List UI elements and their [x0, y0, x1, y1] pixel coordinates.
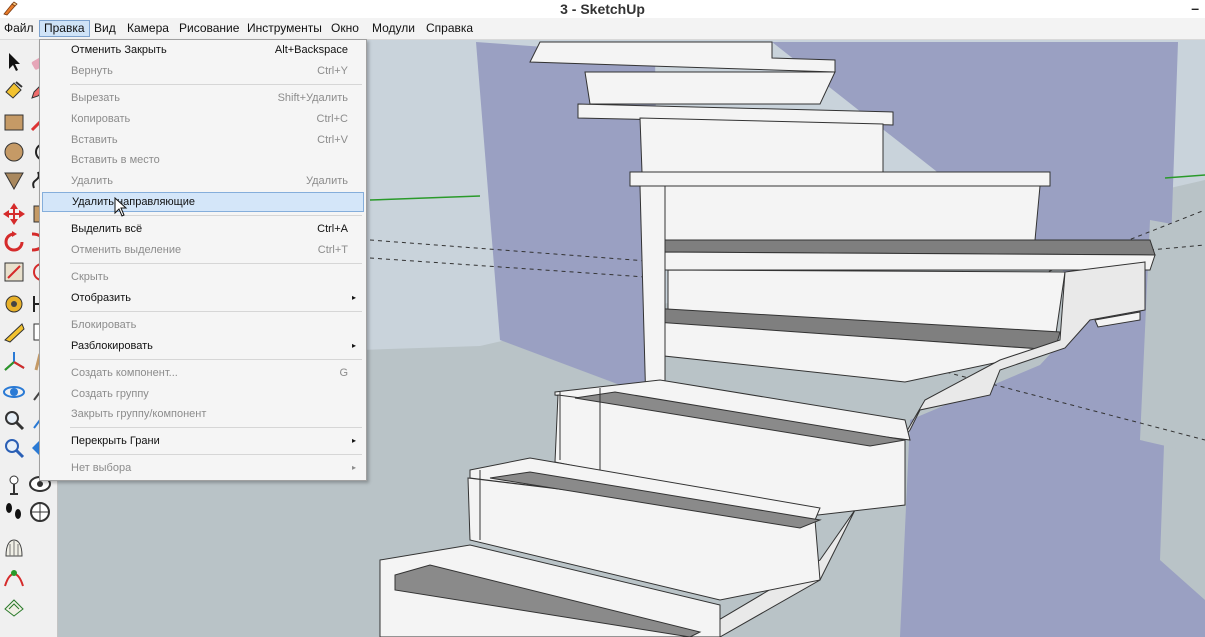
menu-item-close-group[interactable]: Закрыть группу/компонент	[42, 404, 364, 424]
menu-item-unhide[interactable]: Отобразить ▸	[42, 288, 364, 308]
menu-item-undo-close[interactable]: Отменить Закрыть Alt+Backspace	[42, 40, 364, 60]
menu-file[interactable]: Файл	[0, 20, 38, 37]
menu-item-redo[interactable]: Вернуть Ctrl+Y	[42, 61, 364, 81]
move-icon[interactable]	[2, 202, 26, 226]
menu-camera[interactable]: Камера	[123, 20, 173, 37]
menu-separator	[70, 454, 362, 455]
menu-item-cut[interactable]: Вырезать Shift+Удалить	[42, 88, 364, 108]
submenu-arrow-icon: ▸	[351, 293, 356, 302]
menu-item-delete[interactable]: Удалить Удалить	[42, 171, 364, 191]
menu-extensions[interactable]: Модули	[368, 20, 419, 37]
menu-item-no-selection[interactable]: Нет выбора ▸	[42, 458, 364, 478]
menu-bar: Файл Правка Вид Камера Рисование Инструм…	[0, 18, 1205, 40]
rotate-icon[interactable]	[2, 230, 26, 254]
polygon-icon[interactable]	[2, 168, 26, 192]
orbit-icon[interactable]	[2, 380, 26, 404]
edit-menu-dropdown: Отменить Закрыть Alt+Backspace Вернуть Ctr…	[39, 39, 367, 481]
tape-measure-icon[interactable]	[2, 292, 26, 316]
scale-icon[interactable]	[2, 260, 26, 284]
mouse-cursor-icon	[114, 197, 128, 217]
submenu-arrow-icon: ▸	[351, 463, 356, 472]
menu-item-select-all[interactable]: Выделить всё Ctrl+A	[42, 219, 364, 239]
menu-item-make-group[interactable]: Создать группу	[42, 384, 364, 404]
menu-item-make-component[interactable]: Создать компонент... G	[42, 363, 364, 383]
menu-item-unlock[interactable]: Разблокировать ▸	[42, 336, 364, 356]
menu-edit[interactable]: Правка	[39, 20, 90, 37]
zoom-icon[interactable]	[2, 408, 26, 432]
menu-item-lock[interactable]: Блокировать	[42, 315, 364, 335]
paint-bucket-icon[interactable]	[2, 78, 26, 102]
menu-item-delete-guides[interactable]: Удалить направляющие	[42, 192, 364, 212]
minimize-button[interactable]: –	[1191, 0, 1199, 16]
menu-tools[interactable]: Инструменты	[243, 20, 326, 37]
menu-item-copy[interactable]: Копировать Ctrl+C	[42, 109, 364, 129]
menu-separator	[70, 311, 362, 312]
position-camera-icon[interactable]	[2, 472, 26, 496]
section-plane-icon[interactable]	[28, 500, 52, 524]
select-arrow-icon[interactable]	[2, 50, 26, 74]
walk-icon[interactable]	[2, 500, 26, 524]
menu-separator	[70, 263, 362, 264]
menu-separator	[70, 84, 362, 85]
submenu-arrow-icon: ▸	[351, 341, 356, 350]
menu-item-paste-in-place[interactable]: Вставить в место	[42, 150, 364, 170]
menu-item-intersect-faces[interactable]: Перекрыть Грани ▸	[42, 431, 364, 451]
menu-separator	[70, 359, 362, 360]
circle-icon[interactable]	[2, 140, 26, 164]
window-title: 3 - SketchUp	[560, 1, 645, 17]
menu-item-paste[interactable]: Вставить Ctrl+V	[42, 130, 364, 150]
zoom-extents-icon[interactable]	[2, 436, 26, 460]
menu-window[interactable]: Окно	[327, 20, 363, 37]
menu-item-hide[interactable]: Скрыть	[42, 267, 364, 287]
menu-help[interactable]: Справка	[422, 20, 477, 37]
menu-separator	[70, 427, 362, 428]
menu-draw[interactable]: Рисование	[175, 20, 243, 37]
stamp-icon[interactable]	[2, 594, 26, 618]
protractor-icon[interactable]	[2, 320, 26, 344]
rectangle-icon[interactable]	[2, 110, 26, 134]
submenu-arrow-icon: ▸	[351, 436, 356, 445]
smoove-icon[interactable]	[2, 566, 26, 590]
axes-icon[interactable]	[2, 350, 26, 374]
menu-view[interactable]: Вид	[90, 20, 120, 37]
menu-item-select-none[interactable]: Отменить выделение Ctrl+T	[42, 240, 364, 260]
title-bar: 3 - SketchUp –	[0, 0, 1205, 18]
sandbox-icon[interactable]	[2, 536, 26, 560]
